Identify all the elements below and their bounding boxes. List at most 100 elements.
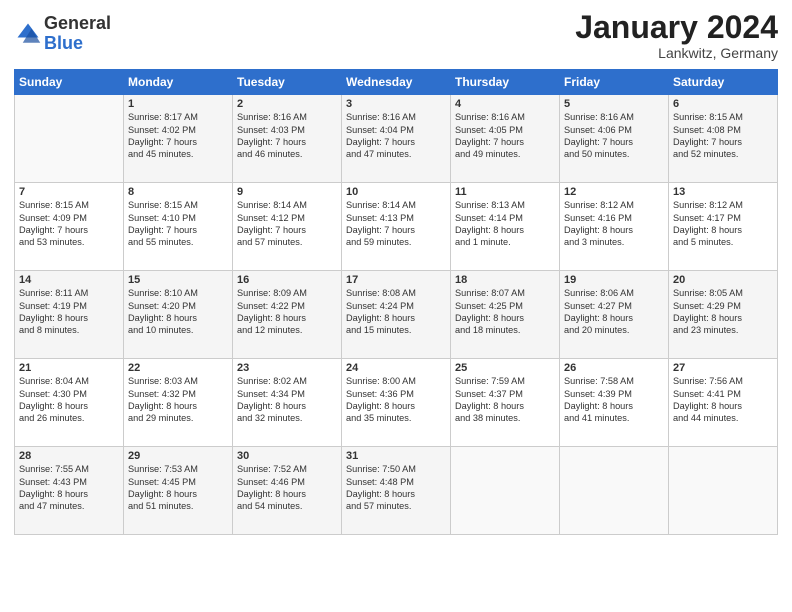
col-tuesday: Tuesday [233, 70, 342, 95]
calendar-cell: 19Sunrise: 8:06 AM Sunset: 4:27 PM Dayli… [560, 271, 669, 359]
cell-content: Sunrise: 8:11 AM Sunset: 4:19 PM Dayligh… [19, 287, 119, 337]
header-row: Sunday Monday Tuesday Wednesday Thursday… [15, 70, 778, 95]
day-number: 29 [128, 450, 228, 462]
day-number: 20 [673, 274, 773, 286]
cell-content: Sunrise: 8:15 AM Sunset: 4:09 PM Dayligh… [19, 199, 119, 249]
calendar: Sunday Monday Tuesday Wednesday Thursday… [14, 69, 778, 535]
col-friday: Friday [560, 70, 669, 95]
cell-content: Sunrise: 8:10 AM Sunset: 4:20 PM Dayligh… [128, 287, 228, 337]
cell-content: Sunrise: 8:04 AM Sunset: 4:30 PM Dayligh… [19, 375, 119, 425]
logo-general: General [44, 14, 111, 34]
col-wednesday: Wednesday [342, 70, 451, 95]
day-number: 23 [237, 362, 337, 374]
cell-content: Sunrise: 8:05 AM Sunset: 4:29 PM Dayligh… [673, 287, 773, 337]
day-number: 12 [564, 186, 664, 198]
day-number: 17 [346, 274, 446, 286]
calendar-cell: 24Sunrise: 8:00 AM Sunset: 4:36 PM Dayli… [342, 359, 451, 447]
month-year: January 2024 [575, 10, 778, 45]
cell-content: Sunrise: 7:59 AM Sunset: 4:37 PM Dayligh… [455, 375, 555, 425]
cell-content: Sunrise: 8:14 AM Sunset: 4:13 PM Dayligh… [346, 199, 446, 249]
cell-content: Sunrise: 8:03 AM Sunset: 4:32 PM Dayligh… [128, 375, 228, 425]
week-row-4: 28Sunrise: 7:55 AM Sunset: 4:43 PM Dayli… [15, 447, 778, 535]
calendar-cell [560, 447, 669, 535]
day-number: 18 [455, 274, 555, 286]
calendar-cell: 28Sunrise: 7:55 AM Sunset: 4:43 PM Dayli… [15, 447, 124, 535]
cell-content: Sunrise: 8:12 AM Sunset: 4:16 PM Dayligh… [564, 199, 664, 249]
calendar-cell [451, 447, 560, 535]
calendar-cell: 4Sunrise: 8:16 AM Sunset: 4:05 PM Daylig… [451, 95, 560, 183]
calendar-cell [669, 447, 778, 535]
cell-content: Sunrise: 7:55 AM Sunset: 4:43 PM Dayligh… [19, 463, 119, 513]
calendar-cell: 7Sunrise: 8:15 AM Sunset: 4:09 PM Daylig… [15, 183, 124, 271]
cell-content: Sunrise: 8:06 AM Sunset: 4:27 PM Dayligh… [564, 287, 664, 337]
calendar-cell: 6Sunrise: 8:15 AM Sunset: 4:08 PM Daylig… [669, 95, 778, 183]
col-sunday: Sunday [15, 70, 124, 95]
cell-content: Sunrise: 8:16 AM Sunset: 4:03 PM Dayligh… [237, 111, 337, 161]
calendar-cell: 1Sunrise: 8:17 AM Sunset: 4:02 PM Daylig… [124, 95, 233, 183]
calendar-cell: 31Sunrise: 7:50 AM Sunset: 4:48 PM Dayli… [342, 447, 451, 535]
cell-content: Sunrise: 8:02 AM Sunset: 4:34 PM Dayligh… [237, 375, 337, 425]
day-number: 1 [128, 98, 228, 110]
calendar-cell: 16Sunrise: 8:09 AM Sunset: 4:22 PM Dayli… [233, 271, 342, 359]
day-number: 11 [455, 186, 555, 198]
calendar-cell: 13Sunrise: 8:12 AM Sunset: 4:17 PM Dayli… [669, 183, 778, 271]
title-block: January 2024 Lankwitz, Germany [575, 10, 778, 61]
day-number: 13 [673, 186, 773, 198]
cell-content: Sunrise: 7:50 AM Sunset: 4:48 PM Dayligh… [346, 463, 446, 513]
cell-content: Sunrise: 8:00 AM Sunset: 4:36 PM Dayligh… [346, 375, 446, 425]
calendar-cell: 27Sunrise: 7:56 AM Sunset: 4:41 PM Dayli… [669, 359, 778, 447]
location: Lankwitz, Germany [575, 45, 778, 61]
day-number: 14 [19, 274, 119, 286]
col-monday: Monday [124, 70, 233, 95]
cell-content: Sunrise: 7:56 AM Sunset: 4:41 PM Dayligh… [673, 375, 773, 425]
week-row-1: 7Sunrise: 8:15 AM Sunset: 4:09 PM Daylig… [15, 183, 778, 271]
logo: General Blue [14, 14, 111, 54]
calendar-cell: 5Sunrise: 8:16 AM Sunset: 4:06 PM Daylig… [560, 95, 669, 183]
cell-content: Sunrise: 8:16 AM Sunset: 4:05 PM Dayligh… [455, 111, 555, 161]
day-number: 4 [455, 98, 555, 110]
week-row-0: 1Sunrise: 8:17 AM Sunset: 4:02 PM Daylig… [15, 95, 778, 183]
day-number: 24 [346, 362, 446, 374]
calendar-cell: 12Sunrise: 8:12 AM Sunset: 4:16 PM Dayli… [560, 183, 669, 271]
calendar-cell: 14Sunrise: 8:11 AM Sunset: 4:19 PM Dayli… [15, 271, 124, 359]
day-number: 10 [346, 186, 446, 198]
calendar-cell: 10Sunrise: 8:14 AM Sunset: 4:13 PM Dayli… [342, 183, 451, 271]
calendar-cell: 30Sunrise: 7:52 AM Sunset: 4:46 PM Dayli… [233, 447, 342, 535]
cell-content: Sunrise: 8:15 AM Sunset: 4:10 PM Dayligh… [128, 199, 228, 249]
page: General Blue January 2024 Lankwitz, Germ… [0, 0, 792, 612]
calendar-cell: 2Sunrise: 8:16 AM Sunset: 4:03 PM Daylig… [233, 95, 342, 183]
calendar-cell: 23Sunrise: 8:02 AM Sunset: 4:34 PM Dayli… [233, 359, 342, 447]
day-number: 9 [237, 186, 337, 198]
calendar-cell: 25Sunrise: 7:59 AM Sunset: 4:37 PM Dayli… [451, 359, 560, 447]
cell-content: Sunrise: 8:07 AM Sunset: 4:25 PM Dayligh… [455, 287, 555, 337]
day-number: 27 [673, 362, 773, 374]
logo-text: General Blue [44, 14, 111, 54]
day-number: 22 [128, 362, 228, 374]
calendar-header: Sunday Monday Tuesday Wednesday Thursday… [15, 70, 778, 95]
calendar-cell: 29Sunrise: 7:53 AM Sunset: 4:45 PM Dayli… [124, 447, 233, 535]
calendar-cell: 26Sunrise: 7:58 AM Sunset: 4:39 PM Dayli… [560, 359, 669, 447]
calendar-cell: 21Sunrise: 8:04 AM Sunset: 4:30 PM Dayli… [15, 359, 124, 447]
day-number: 7 [19, 186, 119, 198]
day-number: 26 [564, 362, 664, 374]
calendar-cell: 15Sunrise: 8:10 AM Sunset: 4:20 PM Dayli… [124, 271, 233, 359]
calendar-cell: 8Sunrise: 8:15 AM Sunset: 4:10 PM Daylig… [124, 183, 233, 271]
cell-content: Sunrise: 8:12 AM Sunset: 4:17 PM Dayligh… [673, 199, 773, 249]
calendar-cell: 22Sunrise: 8:03 AM Sunset: 4:32 PM Dayli… [124, 359, 233, 447]
cell-content: Sunrise: 8:16 AM Sunset: 4:06 PM Dayligh… [564, 111, 664, 161]
day-number: 3 [346, 98, 446, 110]
cell-content: Sunrise: 8:15 AM Sunset: 4:08 PM Dayligh… [673, 111, 773, 161]
day-number: 8 [128, 186, 228, 198]
col-saturday: Saturday [669, 70, 778, 95]
calendar-cell: 11Sunrise: 8:13 AM Sunset: 4:14 PM Dayli… [451, 183, 560, 271]
cell-content: Sunrise: 8:09 AM Sunset: 4:22 PM Dayligh… [237, 287, 337, 337]
day-number: 19 [564, 274, 664, 286]
calendar-cell: 3Sunrise: 8:16 AM Sunset: 4:04 PM Daylig… [342, 95, 451, 183]
logo-blue: Blue [44, 34, 111, 54]
cell-content: Sunrise: 8:08 AM Sunset: 4:24 PM Dayligh… [346, 287, 446, 337]
cell-content: Sunrise: 7:58 AM Sunset: 4:39 PM Dayligh… [564, 375, 664, 425]
calendar-cell: 20Sunrise: 8:05 AM Sunset: 4:29 PM Dayli… [669, 271, 778, 359]
cell-content: Sunrise: 7:52 AM Sunset: 4:46 PM Dayligh… [237, 463, 337, 513]
day-number: 5 [564, 98, 664, 110]
calendar-cell: 9Sunrise: 8:14 AM Sunset: 4:12 PM Daylig… [233, 183, 342, 271]
